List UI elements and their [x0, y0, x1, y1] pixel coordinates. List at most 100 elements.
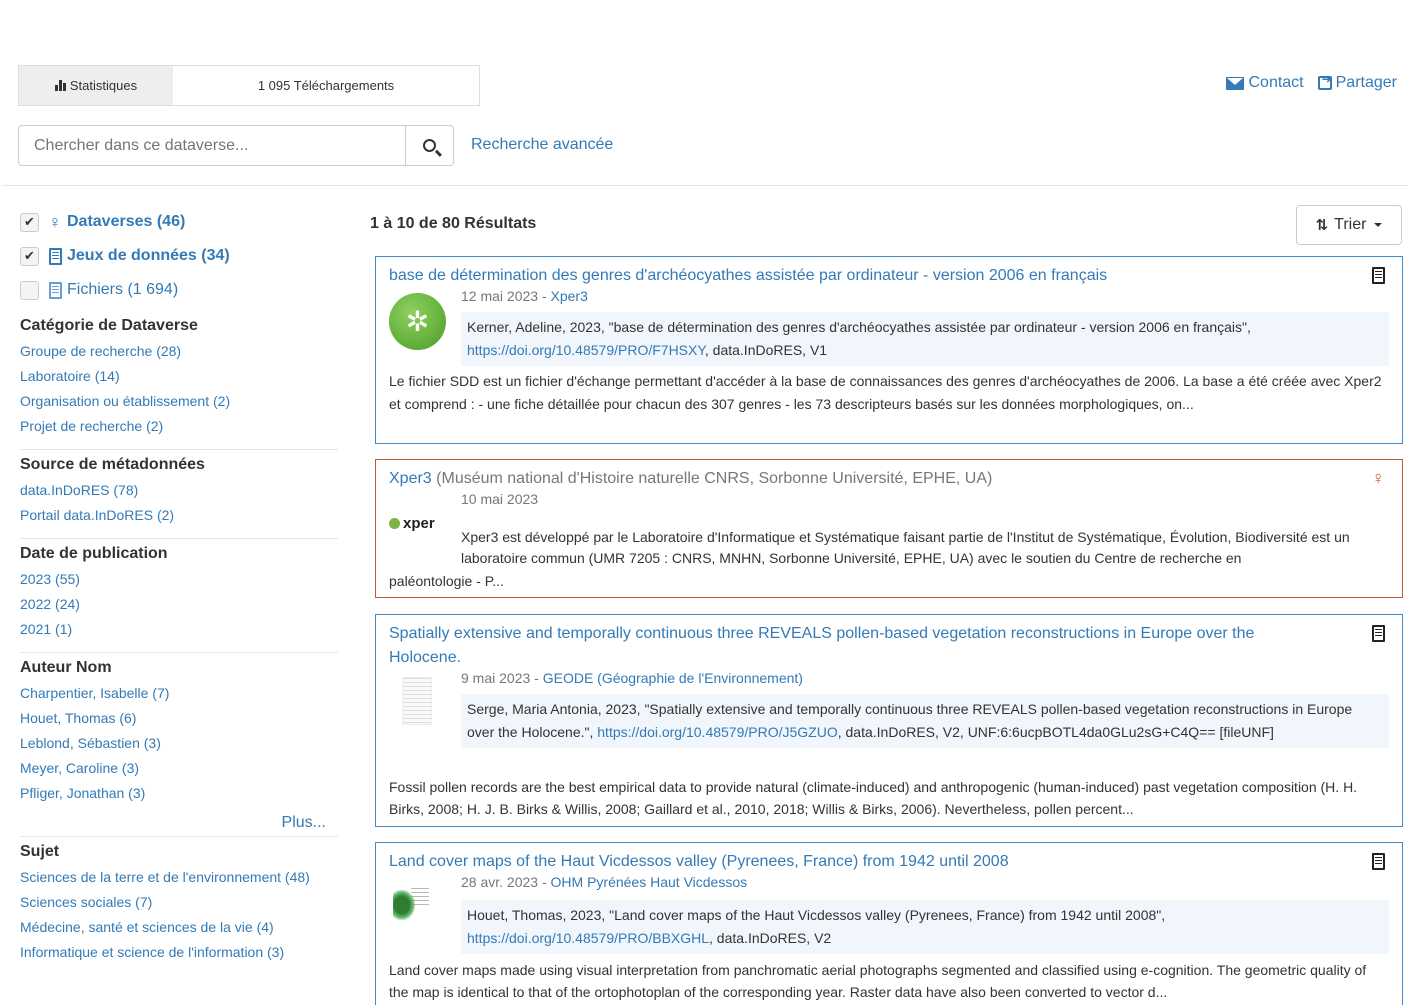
search-bar	[18, 125, 454, 166]
result-thumbnail	[389, 886, 429, 926]
envelope-icon	[1226, 76, 1245, 90]
citation-box: Houet, Thomas, 2023, "Land cover maps of…	[461, 900, 1389, 954]
citation-rest: , data.InDoRES, V1	[704, 342, 828, 358]
citation-box: Serge, Maria Antonia, 2023, "Spatially e…	[461, 694, 1389, 748]
sort-button[interactable]: ⇅ Trier	[1296, 205, 1402, 245]
stats-tab-label: Statistiques	[69, 78, 138, 93]
facet-item[interactable]: Sciences sociales (7)	[20, 890, 340, 915]
files-checkbox[interactable]	[20, 280, 39, 300]
filter-datasets[interactable]: ✔ Jeux de données (34)	[20, 239, 340, 273]
map-thumbnail	[389, 886, 429, 926]
top-actions: Contact Partager	[1226, 72, 1397, 92]
dataverse-icon: ♀	[1371, 468, 1386, 488]
more-authors-link[interactable]: Plus...	[20, 814, 340, 832]
filter-files[interactable]: Fichiers (1 694)	[20, 273, 340, 307]
xper-logo-text: xper	[403, 515, 435, 532]
facet-item[interactable]: Charpentier, Isabelle (7)	[20, 681, 340, 706]
facet-author: Auteur Nom Charpentier, Isabelle (7) Hou…	[20, 659, 340, 832]
leaf-icon	[389, 518, 400, 529]
date-text: 28 avr. 2023 -	[461, 874, 551, 890]
result-title-link[interactable]: Land cover maps of the Haut Vicdessos va…	[389, 850, 1009, 874]
result-date: 28 avr. 2023 - OHM Pyrénées Haut Vicdess…	[461, 874, 747, 890]
caret-down-icon	[1374, 223, 1383, 227]
contact-button[interactable]: Contact	[1226, 74, 1304, 92]
facet-subject: Sujet Sciences de la terre et de l'envir…	[20, 843, 340, 965]
result-description: Le fichier SDD est un fichier d'échange …	[389, 373, 1382, 412]
filter-datasets-label: Jeux de données (34)	[67, 247, 230, 264]
result-thumbnail: ✲	[389, 293, 446, 350]
share-label: Partager	[1335, 74, 1397, 91]
advanced-search-link[interactable]: Recherche avancée	[471, 136, 613, 154]
facet-item[interactable]: Organisation ou établissement (2)	[20, 389, 340, 414]
dataset-icon	[47, 247, 63, 265]
downloads-count: 1 095 Téléchargements	[257, 78, 395, 93]
result-title-link[interactable]: Spatially extensive and temporally conti…	[389, 625, 1254, 642]
bug-icon: ✲	[389, 293, 446, 350]
facet-sidebar: ✔ ♀ Dataverses (46) ✔ Jeux de données (3…	[20, 205, 340, 965]
facet-item[interactable]: Informatique et science de l'information…	[20, 940, 340, 965]
facet-item[interactable]: Houet, Thomas (6)	[20, 706, 340, 731]
parent-dataverse-link[interactable]: OHM Pyrénées Haut Vicdessos	[551, 874, 748, 890]
dataset-icon	[1372, 853, 1385, 873]
facet-title: Auteur Nom	[20, 659, 112, 676]
datasets-checkbox[interactable]: ✔	[20, 246, 39, 266]
file-icon	[47, 281, 63, 299]
result-description-end: paléontologie - P...	[389, 573, 504, 589]
facet-item[interactable]: Médecine, santé et sciences de la vie (4…	[20, 915, 340, 940]
dataverse-icon: ♀	[48, 212, 62, 232]
facet-category: Catégorie de Dataverse Groupe de recherc…	[20, 317, 340, 439]
stats-tab[interactable]: Statistiques	[19, 66, 173, 105]
facet-divider	[20, 449, 338, 450]
dataverses-checkbox[interactable]: ✔	[20, 212, 39, 232]
facet-item[interactable]: Pfliger, Jonathan (3)	[20, 781, 340, 806]
result-date: 10 mai 2023	[461, 491, 539, 507]
date-text: 9 mai 2023 -	[461, 670, 543, 686]
doi-link[interactable]: https://doi.org/10.48579/PRO/J5GZUO	[597, 724, 837, 740]
dataset-icon	[1372, 267, 1385, 287]
facet-item[interactable]: Projet de recherche (2)	[20, 414, 340, 439]
facet-divider	[20, 652, 338, 653]
facet-item[interactable]: Portail data.InDoRES (2)	[20, 503, 340, 528]
result-title-link[interactable]: base de détermination des genres d'arché…	[389, 264, 1107, 288]
facet-item[interactable]: 2022 (24)	[20, 592, 340, 617]
contact-label: Contact	[1248, 74, 1304, 91]
citation-box: Kerner, Adeline, 2023, "base de détermin…	[461, 312, 1389, 366]
date-text: 12 mai 2023 -	[461, 288, 551, 304]
dataset-icon	[1372, 625, 1385, 645]
citation-text: Houet, Thomas, 2023, "Land cover maps of…	[467, 907, 1166, 923]
result-card-dataset: Spatially extensive and temporally conti…	[375, 614, 1403, 827]
citation-text: Kerner, Adeline, 2023, "base de détermin…	[467, 319, 1251, 335]
doi-link[interactable]: https://doi.org/10.48579/PRO/BBXGHL	[467, 930, 709, 946]
facet-item[interactable]: Groupe de recherche (28)	[20, 339, 340, 364]
filter-dataverses-label: Dataverses (46)	[67, 213, 186, 230]
search-input[interactable]	[18, 125, 406, 166]
search-button[interactable]	[406, 125, 454, 166]
search-icon	[423, 139, 436, 152]
result-date: 9 mai 2023 - GEODE (Géographie de l'Envi…	[461, 670, 803, 686]
facet-divider	[20, 836, 338, 837]
filter-dataverses[interactable]: ✔ ♀ Dataverses (46)	[20, 205, 340, 239]
facet-item[interactable]: Sciences de la terre et de l'environneme…	[20, 865, 340, 890]
result-title: Spatially extensive and temporally conti…	[389, 622, 1352, 670]
share-button[interactable]: Partager	[1317, 72, 1397, 92]
parent-dataverse-link[interactable]: Xper3	[551, 288, 588, 304]
xper-logo: xper	[389, 515, 435, 532]
facet-item[interactable]: Meyer, Caroline (3)	[20, 756, 340, 781]
facet-item[interactable]: 2023 (55)	[20, 567, 340, 592]
facet-item[interactable]: data.InDoRES (78)	[20, 478, 340, 503]
facet-publication-date: Date de publication 2023 (55) 2022 (24) …	[20, 545, 340, 642]
facet-item[interactable]: Laboratoire (14)	[20, 364, 340, 389]
facet-divider	[20, 538, 338, 539]
facet-item[interactable]: 2021 (1)	[20, 617, 340, 642]
result-description: Fossil pollen records are the best empir…	[389, 779, 1358, 817]
doi-link[interactable]: https://doi.org/10.48579/PRO/F7HSXY	[467, 342, 705, 358]
result-description: Xper3 est développé par le Laboratoire d…	[461, 529, 1350, 566]
parent-dataverse-link[interactable]: GEODE (Géographie de l'Environnement)	[543, 670, 803, 686]
citation-rest: , data.InDoRES, V2	[709, 930, 832, 946]
result-title-link-cont[interactable]: Holocene.	[389, 649, 461, 666]
facet-metadata-source: Source de métadonnées data.InDoRES (78) …	[20, 456, 340, 528]
result-title-link[interactable]: Xper3	[389, 470, 432, 487]
facet-item[interactable]: Leblond, Sébastien (3)	[20, 731, 340, 756]
document-thumbnail	[402, 677, 432, 725]
facet-title: Source de métadonnées	[20, 456, 205, 473]
